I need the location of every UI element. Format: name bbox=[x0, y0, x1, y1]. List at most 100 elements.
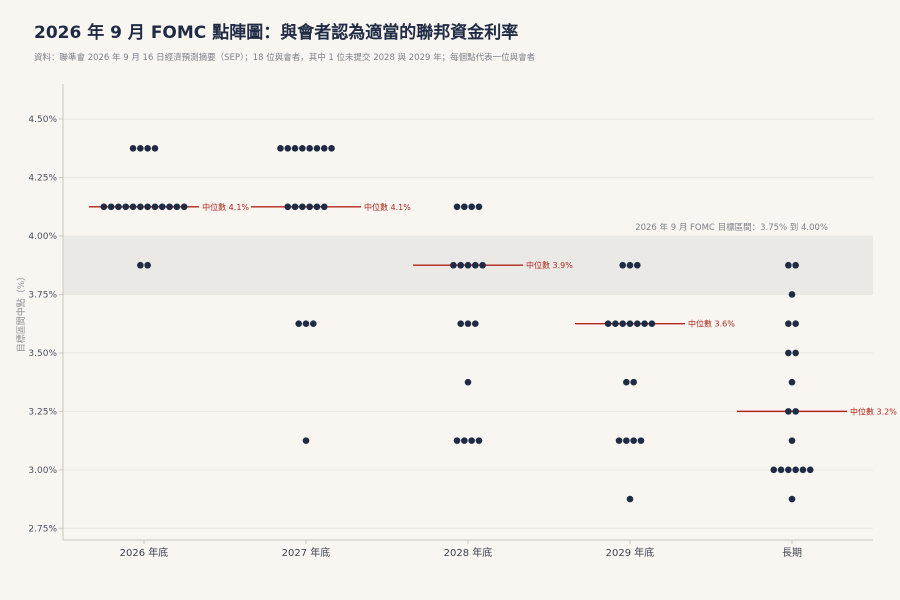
participant-dot bbox=[615, 437, 623, 444]
participant-dot bbox=[630, 378, 637, 386]
participant-dot bbox=[468, 203, 475, 211]
participant-dot bbox=[604, 320, 612, 327]
median-label: 中位數 3.2% bbox=[850, 406, 897, 416]
participant-dot bbox=[626, 495, 634, 503]
y-tick-label: 4.00% bbox=[28, 232, 57, 242]
participant-dot bbox=[320, 203, 328, 211]
participant-dot bbox=[770, 466, 778, 474]
participant-dot bbox=[450, 261, 457, 269]
participant-dot bbox=[302, 437, 310, 444]
participant-dot bbox=[785, 466, 792, 474]
participant-dot bbox=[158, 203, 166, 211]
participant-dot bbox=[623, 378, 630, 386]
y-tick-label: 2.75% bbox=[28, 524, 57, 534]
participant-dot bbox=[313, 203, 321, 211]
participant-dot bbox=[180, 203, 188, 211]
median-label: 中位數 3.6% bbox=[688, 319, 735, 329]
participant-dot bbox=[475, 203, 483, 211]
participant-dot bbox=[306, 145, 313, 152]
participant-dot bbox=[788, 437, 796, 444]
y-axis-label: 目標區間中點（%） bbox=[15, 272, 27, 353]
participant-dot bbox=[637, 437, 645, 444]
y-tick-label: 4.25% bbox=[28, 174, 57, 184]
participant-dot bbox=[284, 145, 292, 152]
participant-dot bbox=[623, 437, 630, 444]
participant-dot bbox=[129, 203, 137, 211]
participant-dot bbox=[129, 145, 137, 152]
participant-dot bbox=[788, 378, 796, 386]
participant-dot bbox=[630, 437, 637, 444]
participant-dot bbox=[472, 320, 479, 327]
participant-dot bbox=[457, 261, 465, 269]
median-label: 中位數 3.9% bbox=[526, 260, 573, 270]
participant-dot bbox=[468, 437, 475, 444]
target-range-label: 2026 年 9 月 FOMC 目標區間：3.75% 到 4.00% bbox=[635, 222, 828, 233]
participant-dot bbox=[785, 261, 792, 269]
participant-dot bbox=[792, 320, 799, 327]
participant-dot bbox=[306, 203, 313, 211]
participant-dot bbox=[277, 145, 284, 152]
participant-dot bbox=[788, 495, 796, 503]
participant-dot bbox=[788, 291, 796, 298]
participant-dot bbox=[634, 261, 641, 269]
x-tick-label: 2028 年底 bbox=[444, 546, 493, 559]
participant-dot bbox=[144, 203, 151, 211]
x-tick-label: 2027 年底 bbox=[282, 546, 331, 559]
participant-dot bbox=[453, 203, 461, 211]
participant-dot bbox=[792, 408, 799, 415]
participant-dot bbox=[479, 261, 486, 269]
participant-dot bbox=[461, 203, 468, 211]
participant-dot bbox=[634, 320, 641, 327]
y-tick-label: 3.00% bbox=[28, 466, 57, 476]
median-label: 中位數 4.1% bbox=[364, 202, 411, 212]
participant-dot bbox=[464, 320, 472, 327]
participant-dot bbox=[115, 203, 122, 211]
x-tick-label: 2029 年底 bbox=[606, 546, 655, 559]
participant-dot bbox=[151, 203, 159, 211]
participant-dot bbox=[291, 203, 299, 211]
participant-dot bbox=[173, 203, 181, 211]
participant-dot bbox=[144, 261, 151, 269]
participant-dot bbox=[299, 203, 306, 211]
y-tick-label: 3.25% bbox=[28, 407, 57, 417]
participant-dot bbox=[641, 320, 648, 327]
participant-dot bbox=[310, 320, 317, 327]
participant-dot bbox=[295, 320, 303, 327]
participant-dot bbox=[792, 349, 799, 357]
participant-dot bbox=[626, 261, 634, 269]
participant-dot bbox=[472, 261, 479, 269]
participant-dot bbox=[151, 145, 159, 152]
participant-dot bbox=[137, 203, 144, 211]
participant-dot bbox=[299, 145, 306, 152]
participant-dot bbox=[453, 437, 461, 444]
participant-dot bbox=[792, 466, 799, 474]
participant-dot bbox=[785, 349, 792, 357]
participant-dot bbox=[785, 320, 792, 327]
participant-dot bbox=[806, 466, 814, 474]
participant-dot bbox=[137, 261, 144, 269]
participant-dot bbox=[122, 203, 130, 211]
participant-dot bbox=[166, 203, 173, 211]
participant-dot bbox=[799, 466, 807, 474]
participant-dot bbox=[302, 320, 310, 327]
participant-dot bbox=[626, 320, 634, 327]
participant-dot bbox=[328, 145, 335, 152]
participant-dot bbox=[619, 320, 626, 327]
dot-plot-chart: 2.75% 3.00% 3.25% 3.50% 3.75% 4.00% 4.25% 4.50%… bbox=[15, 84, 897, 559]
participant-dot bbox=[320, 145, 328, 152]
participant-dot bbox=[457, 320, 465, 327]
y-tick-label: 3.50% bbox=[28, 349, 57, 359]
participant-dot bbox=[777, 466, 785, 474]
participant-dot bbox=[785, 408, 792, 415]
participant-dot bbox=[612, 320, 619, 327]
participant-dot bbox=[648, 320, 656, 327]
median-label: 中位數 4.1% bbox=[202, 202, 249, 212]
participant-dot bbox=[792, 261, 799, 269]
participant-dot bbox=[100, 203, 108, 211]
participant-dot bbox=[313, 145, 321, 152]
x-tick-label: 2026 年底 bbox=[120, 546, 169, 559]
y-tick-label: 4.50% bbox=[28, 115, 57, 125]
participant-dot bbox=[291, 145, 299, 152]
participant-dot bbox=[461, 437, 468, 444]
participant-dot bbox=[464, 261, 472, 269]
